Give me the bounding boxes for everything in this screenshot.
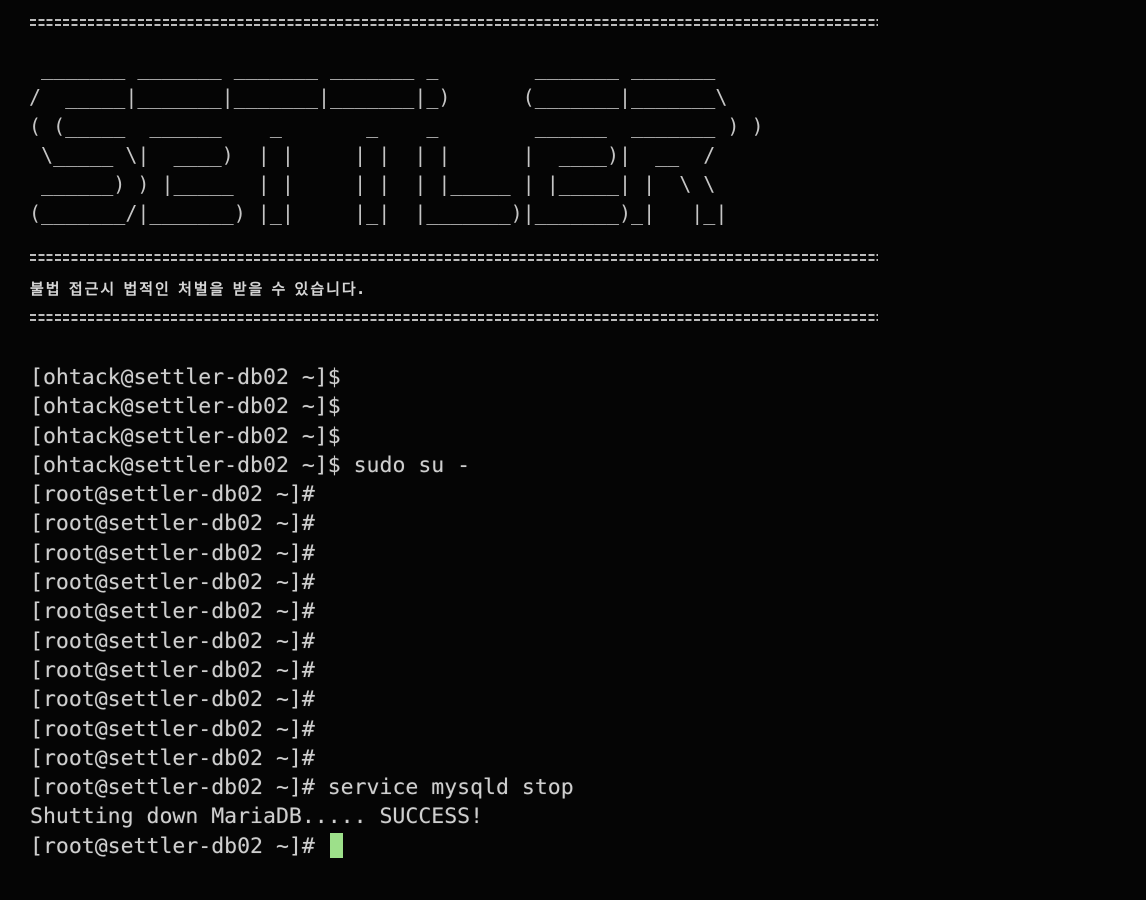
prompt-text: [root@settler-db02 ~]# xyxy=(30,657,315,683)
prompt-text: [root@settler-db02 ~]# xyxy=(30,482,315,508)
text-cursor[interactable] xyxy=(329,832,343,858)
prompt-text: [ohtack@settler-db02 ~]$ xyxy=(30,452,341,478)
terminal-line: [root@settler-db02 ~]# xyxy=(30,656,1130,685)
command-text: service mysqld stop xyxy=(314,775,574,801)
prompt-text: [ohtack@settler-db02 ~]$ xyxy=(30,365,341,390)
terminal-input-line[interactable]: [root@settler-db02 ~]# xyxy=(30,832,1130,861)
terminal-window[interactable]: _______ _______ _______ _______ _ ______… xyxy=(0,0,1146,900)
terminal-line: [ohtack@settler-db02 ~]$ sudo su - xyxy=(30,451,1130,480)
output-text: Shutting down MariaDB..... SUCCESS! xyxy=(30,804,484,830)
terminal-line: [root@settler-db02 ~]# xyxy=(30,685,1130,714)
prompt-text: [root@settler-db02 ~]# xyxy=(30,628,315,654)
legal-warning-text: 불법 접근시 법적인 처벌을 받을 수 있습니다. xyxy=(30,280,366,298)
terminal-line: [root@settler-db02 ~]# xyxy=(30,744,1130,773)
terminal-line: [root@settler-db02 ~]# xyxy=(30,597,1130,626)
terminal-line: [root@settler-db02 ~]# xyxy=(30,715,1130,744)
prompt-text: [root@settler-db02 ~]# xyxy=(30,775,315,801)
command-text: sudo su - xyxy=(340,452,471,478)
prompt-text: [ohtack@settler-db02 ~]$ xyxy=(30,423,341,449)
terminal-line: [root@settler-db02 ~]# xyxy=(30,568,1130,597)
prompt-text: [root@settler-db02 ~]# xyxy=(30,687,315,713)
settler-ascii-logo: _______ _______ _______ _______ _ ______… xyxy=(29,56,764,225)
banner-top-rule xyxy=(30,19,878,27)
prompt-text: [ohtack@settler-db02 ~]$ xyxy=(30,394,341,420)
terminal-output: [ohtack@settler-db02 ~]$ [ohtack@settler… xyxy=(30,363,1130,861)
terminal-line: Shutting down MariaDB..... SUCCESS! xyxy=(30,802,1130,831)
terminal-line: [ohtack@settler-db02 ~]$ xyxy=(30,422,1130,451)
prompt-text: [root@settler-db02 ~]# xyxy=(30,745,315,771)
terminal-line: [root@settler-db02 ~]# xyxy=(30,539,1130,568)
terminal-line: [root@settler-db02 ~]# service mysqld st… xyxy=(30,773,1130,802)
prompt-text: [root@settler-db02 ~]# xyxy=(30,599,315,625)
prompt-text: [root@settler-db02 ~]# xyxy=(30,540,315,566)
prompt-text: [root@settler-db02 ~]# xyxy=(30,570,315,596)
terminal-line: [root@settler-db02 ~]# xyxy=(30,509,1130,538)
terminal-line: [ohtack@settler-db02 ~]$ xyxy=(30,363,1130,392)
current-prompt: [root@settler-db02 ~]# xyxy=(30,833,328,859)
banner-middle-rule xyxy=(30,254,878,262)
prompt-text: [root@settler-db02 ~]# xyxy=(30,511,315,537)
banner-bottom-rule xyxy=(30,314,878,322)
terminal-line: [root@settler-db02 ~]# xyxy=(30,480,1130,509)
terminal-line: [root@settler-db02 ~]# xyxy=(30,627,1130,656)
terminal-line: [ohtack@settler-db02 ~]$ xyxy=(30,392,1130,421)
prompt-text: [root@settler-db02 ~]# xyxy=(30,716,315,742)
